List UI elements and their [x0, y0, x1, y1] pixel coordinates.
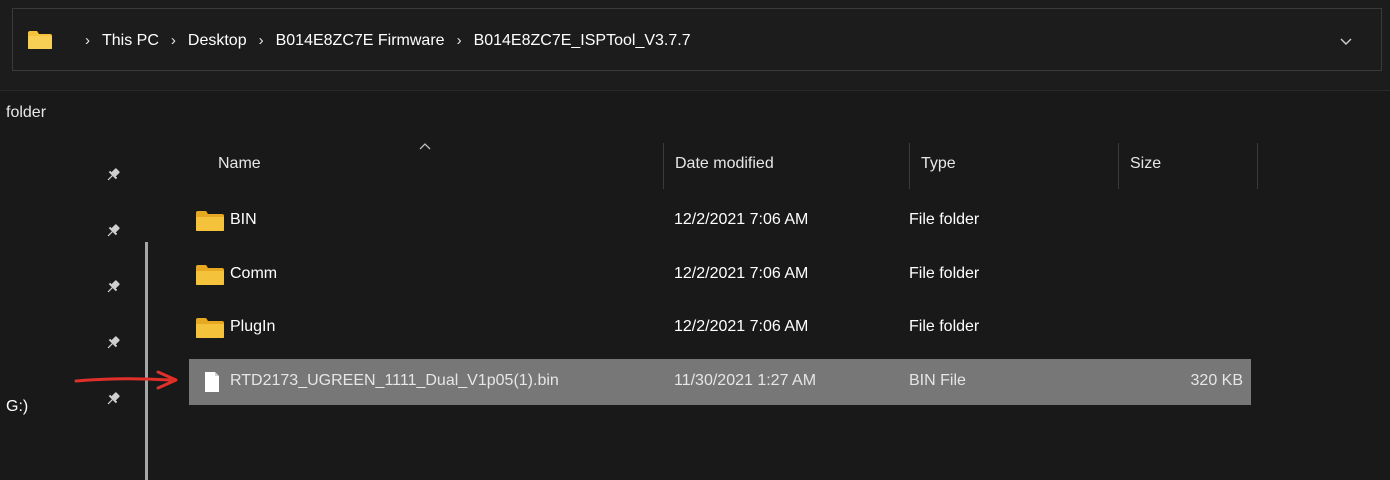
- file-row-comm[interactable]: Comm 12/2/2021 7:06 AM File folder: [189, 252, 1251, 298]
- breadcrumb-isptool[interactable]: B014E8ZC7E_ISPTool_V3.7.7: [474, 32, 691, 50]
- column-divider[interactable]: [1257, 143, 1258, 189]
- pin-icon[interactable]: [104, 222, 122, 240]
- file-name: RTD2173_UGREEN_1111_Dual_V1p05(1).bin: [230, 372, 559, 389]
- pin-icon[interactable]: [104, 390, 122, 408]
- folder-icon: [196, 211, 224, 231]
- chevron-down-icon[interactable]: [1334, 29, 1358, 53]
- file-type: File folder: [909, 211, 980, 228]
- sort-ascending-icon[interactable]: [417, 140, 433, 152]
- file-type: BIN File: [909, 372, 966, 389]
- chevron-right-icon[interactable]: ›: [171, 32, 176, 49]
- pin-icon[interactable]: [104, 334, 122, 352]
- file-type: File folder: [909, 265, 980, 282]
- breadcrumb: › This PC › Desktop › B014E8ZC7E Firmwar…: [73, 9, 691, 72]
- chevron-right-icon[interactable]: ›: [85, 32, 90, 49]
- pin-icon[interactable]: [104, 278, 122, 296]
- file-row-plugin[interactable]: PlugIn 12/2/2021 7:06 AM File folder: [189, 305, 1251, 351]
- breadcrumb-firmware[interactable]: B014E8ZC7E Firmware: [276, 32, 445, 50]
- divider: [0, 90, 1390, 91]
- file-name: PlugIn: [230, 318, 276, 335]
- file-date: 12/2/2021 7:06 AM: [674, 211, 809, 228]
- folder-icon: [196, 318, 224, 338]
- file-row-bin-file[interactable]: RTD2173_UGREEN_1111_Dual_V1p05(1).bin 11…: [189, 359, 1251, 405]
- nav-pane-scrollbar[interactable]: [145, 242, 148, 480]
- file-icon: [205, 372, 219, 392]
- column-divider[interactable]: [909, 143, 910, 189]
- folder-label: folder: [6, 104, 47, 121]
- file-size: 320 KB: [1190, 372, 1243, 389]
- column-header-size[interactable]: Size: [1130, 155, 1161, 173]
- chevron-right-icon[interactable]: ›: [457, 32, 462, 49]
- file-date: 12/2/2021 7:06 AM: [674, 318, 809, 335]
- column-header-type[interactable]: Type: [921, 155, 956, 173]
- file-name: BIN: [230, 211, 257, 228]
- breadcrumb-desktop[interactable]: Desktop: [188, 32, 247, 50]
- file-date: 12/2/2021 7:06 AM: [674, 265, 809, 282]
- nav-item-drive-g[interactable]: G:): [6, 398, 28, 416]
- column-header-name[interactable]: Name: [218, 155, 261, 173]
- folder-icon: [28, 31, 52, 49]
- column-header-date[interactable]: Date modified: [675, 155, 774, 173]
- file-name: Comm: [230, 265, 278, 282]
- column-divider[interactable]: [1118, 143, 1119, 189]
- breadcrumb-this-pc[interactable]: This PC: [102, 32, 159, 50]
- file-row-bin[interactable]: BIN 12/2/2021 7:06 AM File folder: [189, 198, 1251, 244]
- pin-icon[interactable]: [104, 166, 122, 184]
- file-date: 11/30/2021 1:27 AM: [674, 372, 817, 389]
- annotation-arrow-icon: [74, 370, 178, 390]
- chevron-right-icon[interactable]: ›: [259, 32, 264, 49]
- file-type: File folder: [909, 318, 980, 335]
- address-bar[interactable]: › This PC › Desktop › B014E8ZC7E Firmwar…: [12, 8, 1382, 71]
- folder-icon: [196, 265, 224, 285]
- column-divider[interactable]: [663, 143, 664, 189]
